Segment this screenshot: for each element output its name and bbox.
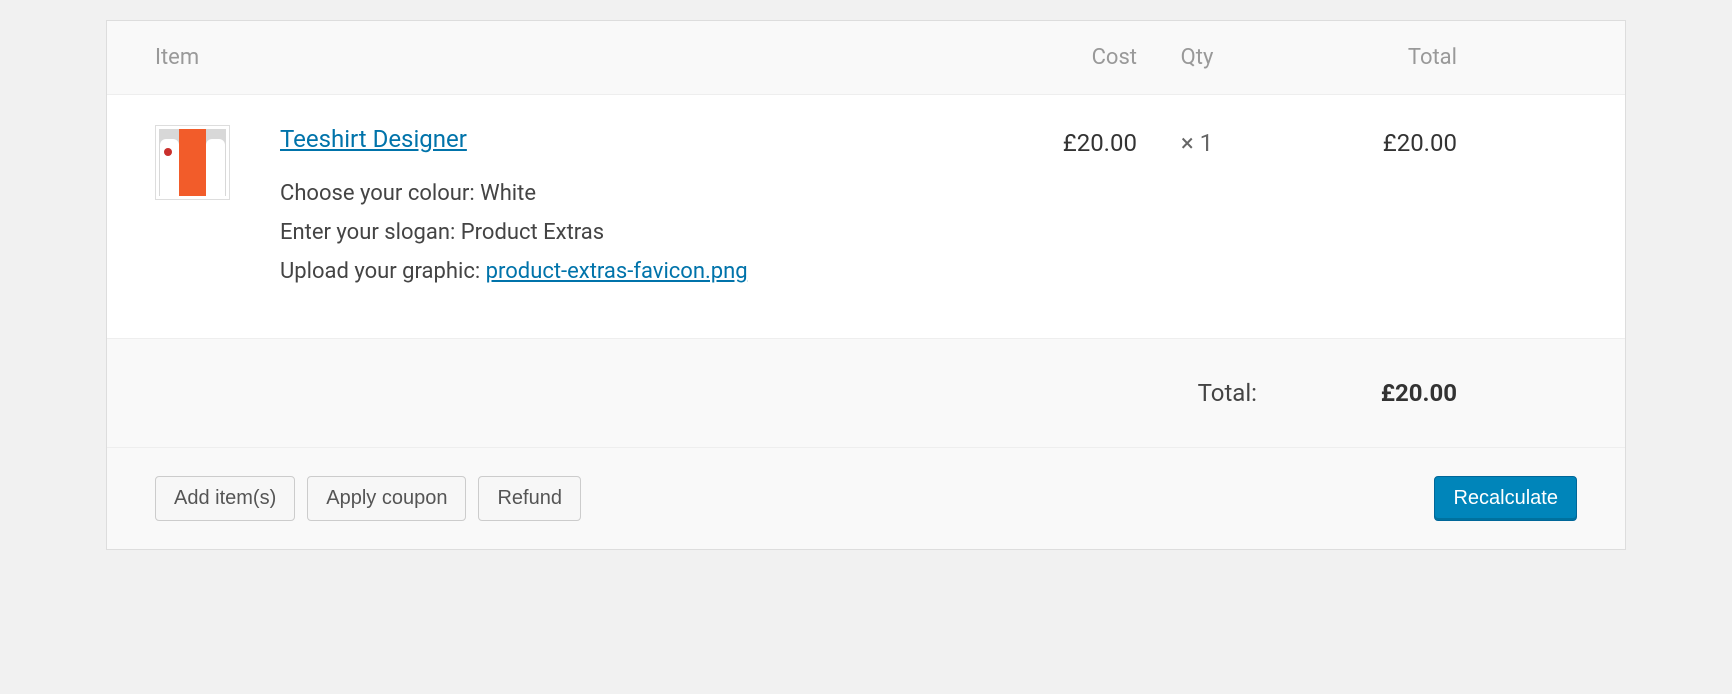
item-cost: £20.00 xyxy=(997,125,1137,298)
item-qty: × 1 xyxy=(1137,125,1257,298)
header-cost: Cost xyxy=(997,45,1137,70)
totals-row: Total: £20.00 xyxy=(107,339,1625,448)
total-amount: £20.00 xyxy=(1257,379,1457,407)
graphic-file-link[interactable]: product-extras-favicon.png xyxy=(486,259,748,284)
refund-button[interactable]: Refund xyxy=(478,476,581,521)
recalculate-button[interactable]: Recalculate xyxy=(1434,476,1577,521)
header-item: Item xyxy=(155,45,997,70)
header-qty: Qty xyxy=(1137,45,1257,70)
header-total: Total xyxy=(1257,45,1457,70)
table-header: Item Cost Qty Total xyxy=(107,21,1625,95)
apply-coupon-button[interactable]: Apply coupon xyxy=(307,476,466,521)
item-details: Teeshirt Designer Choose your colour: Wh… xyxy=(280,125,997,298)
total-label: Total: xyxy=(1137,379,1257,407)
meta-colour: Choose your colour: White xyxy=(280,181,997,206)
meta-graphic: Upload your graphic: product-extras-favi… xyxy=(280,259,997,284)
meta-slogan: Enter your slogan: Product Extras xyxy=(280,220,997,245)
table-row: Teeshirt Designer Choose your colour: Wh… xyxy=(107,95,1625,339)
order-items-panel: Item Cost Qty Total Teeshirt Designer Ch… xyxy=(106,20,1626,550)
item-line-total: £20.00 xyxy=(1257,125,1457,298)
add-items-button[interactable]: Add item(s) xyxy=(155,476,295,521)
actions-row: Add item(s) Apply coupon Refund Recalcul… xyxy=(107,448,1625,549)
product-thumbnail[interactable] xyxy=(155,125,230,298)
product-link[interactable]: Teeshirt Designer xyxy=(280,125,467,153)
